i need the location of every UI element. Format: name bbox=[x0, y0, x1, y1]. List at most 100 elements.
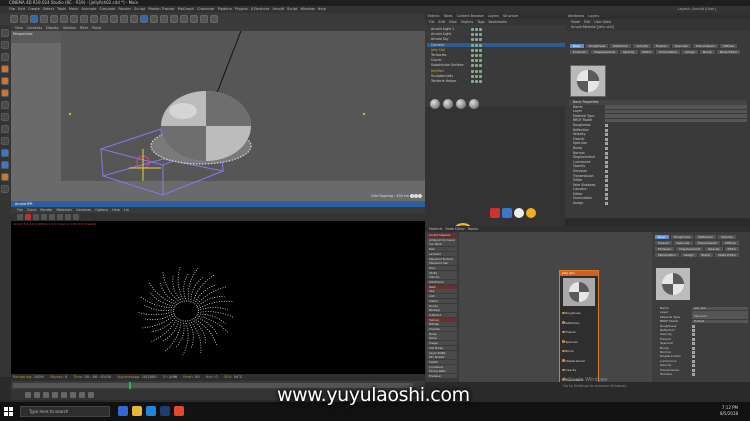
taskbar-clock[interactable]: 7:12 PM 8/5/2018 bbox=[720, 405, 738, 417]
render-tag-icon[interactable] bbox=[475, 48, 478, 52]
property-checkbox[interactable] bbox=[605, 142, 608, 146]
file-explorer-icon[interactable] bbox=[132, 406, 142, 416]
visibility-tag-icon[interactable] bbox=[471, 43, 474, 47]
node-list-item[interactable]: Divide bbox=[427, 303, 457, 308]
property-field[interactable] bbox=[605, 105, 747, 109]
material-swatch-1[interactable] bbox=[430, 99, 440, 109]
node-list-item[interactable]: Facing Ratio bbox=[427, 369, 457, 374]
visibility-tag-icon[interactable] bbox=[471, 64, 474, 68]
node-checkbox[interactable] bbox=[692, 373, 695, 377]
node-list-item[interactable]: Subtract bbox=[427, 312, 457, 317]
node-chip-velocity[interactable]: Velocity bbox=[718, 235, 737, 239]
channel-chip-opacity[interactable]: Opacity bbox=[619, 50, 638, 54]
material-tag-icon[interactable] bbox=[479, 33, 482, 37]
node-checkbox[interactable] bbox=[692, 364, 695, 368]
material-tag-icon[interactable] bbox=[479, 54, 482, 57]
cloner-icon[interactable] bbox=[170, 15, 178, 23]
next-key-icon[interactable] bbox=[70, 392, 76, 398]
channel-chip-transmission[interactable]: Transmission bbox=[692, 44, 719, 48]
stop-icon[interactable] bbox=[25, 214, 31, 220]
pen-icon[interactable] bbox=[150, 15, 158, 23]
z-axis-icon[interactable] bbox=[90, 15, 98, 23]
pause-icon[interactable] bbox=[33, 214, 39, 220]
object-row[interactable]: Camera bbox=[427, 42, 565, 48]
channel-chip-reflection[interactable]: Reflection bbox=[610, 44, 632, 48]
object-row[interactable]: Jelly Cell bbox=[427, 48, 565, 53]
property-checkbox[interactable] bbox=[605, 156, 608, 160]
node-chip-roughness[interactable]: Roughness bbox=[670, 235, 694, 239]
node-checkbox[interactable] bbox=[692, 333, 695, 337]
node-checkbox[interactable] bbox=[692, 359, 695, 363]
render-tag-icon[interactable] bbox=[475, 43, 478, 47]
material-tag-icon[interactable] bbox=[479, 38, 482, 42]
camera-icon[interactable] bbox=[200, 15, 208, 23]
menu-select[interactable]: Select bbox=[43, 6, 54, 13]
node-list-item[interactable]: Cell Noise bbox=[427, 345, 457, 350]
menu-create[interactable]: Create bbox=[28, 6, 40, 13]
property-checkbox[interactable] bbox=[605, 169, 608, 173]
next-frame-icon[interactable] bbox=[61, 392, 67, 398]
node-list-item[interactable]: Math bbox=[427, 284, 457, 289]
property-field[interactable] bbox=[605, 118, 747, 123]
node-chip-fresnel[interactable]: Fresnel bbox=[655, 241, 672, 245]
render-settings-icon[interactable] bbox=[130, 15, 138, 23]
edge-browser-icon[interactable] bbox=[146, 406, 156, 416]
node-checkbox[interactable] bbox=[692, 355, 695, 359]
node-chip-basic[interactable]: Basic bbox=[655, 235, 669, 239]
chrome-icon[interactable] bbox=[174, 406, 184, 416]
node-property-field[interactable]: Default bbox=[692, 319, 748, 324]
render-tag-icon[interactable] bbox=[475, 69, 478, 73]
windows-start-icon[interactable] bbox=[4, 407, 13, 416]
menu-render[interactable]: Render bbox=[118, 6, 131, 13]
node-chip-opacity[interactable]: Opacity bbox=[704, 247, 723, 251]
taskbar-search-input[interactable]: Type here to search bbox=[20, 406, 110, 417]
move-icon[interactable] bbox=[40, 15, 48, 23]
render-tag-icon[interactable] bbox=[475, 28, 478, 31]
channel-chip-roughness[interactable]: Roughness bbox=[585, 44, 609, 48]
node-chip-diffuse[interactable]: Diffuse bbox=[722, 241, 739, 245]
node-list-item[interactable]: Checker bbox=[427, 327, 457, 331]
property-checkbox[interactable] bbox=[605, 137, 608, 141]
menu-mesh[interactable]: Mesh bbox=[69, 6, 78, 13]
redo-icon[interactable] bbox=[20, 15, 28, 23]
menu-plugins[interactable]: Plugins bbox=[235, 6, 248, 13]
node-chip-emission[interactable]: Emission bbox=[655, 247, 675, 251]
node-chip-specular[interactable]: Specular bbox=[673, 241, 693, 245]
material-swatch-3[interactable] bbox=[456, 99, 466, 109]
model-mode-icon[interactable] bbox=[1, 41, 9, 49]
solo-icon[interactable] bbox=[1, 173, 9, 181]
material-tag-icon[interactable] bbox=[479, 74, 482, 78]
channel-chip-displacement[interactable]: Displacement bbox=[591, 50, 618, 54]
material-swatch-4[interactable] bbox=[469, 99, 479, 109]
live-selection-icon[interactable] bbox=[30, 15, 38, 23]
visibility-tag-icon[interactable] bbox=[471, 80, 474, 83]
material-tag-icon[interactable] bbox=[479, 48, 482, 52]
port-socket-icon[interactable] bbox=[562, 349, 565, 353]
visibility-tag-icon[interactable] bbox=[471, 48, 474, 52]
menu-pipeline[interactable]: Pipeline bbox=[218, 6, 232, 13]
channel-chip-fresnel[interactable]: Fresnel bbox=[653, 44, 670, 48]
property-checkbox[interactable] bbox=[605, 123, 608, 127]
node-list-item[interactable]: Switch bbox=[427, 359, 457, 364]
om-menu-tags[interactable]: Tags bbox=[477, 19, 484, 25]
node-list-item[interactable]: Mix Shader bbox=[427, 355, 457, 360]
node-checkbox[interactable] bbox=[692, 346, 695, 350]
tweak-icon[interactable] bbox=[1, 125, 9, 133]
node-port[interactable]: Specular bbox=[562, 340, 578, 344]
node-editor[interactable]: Arnold Shaders Ambient Occlusion Car Paint… bbox=[425, 232, 750, 382]
floor-icon[interactable] bbox=[190, 15, 198, 23]
polygons-mode-icon[interactable] bbox=[1, 89, 9, 97]
menu-simulate[interactable]: Simulate bbox=[99, 6, 115, 13]
node-list-item[interactable]: Standard Hair bbox=[427, 261, 457, 266]
object-row[interactable]: Arnold Light 1 bbox=[427, 27, 565, 32]
material-tag-icon[interactable] bbox=[479, 64, 482, 68]
menu-arnold[interactable]: Arnold bbox=[272, 6, 284, 13]
node-chip-assign[interactable]: Assign bbox=[680, 253, 697, 257]
y-axis-icon[interactable] bbox=[80, 15, 88, 23]
x-axis-icon[interactable] bbox=[70, 15, 78, 23]
visibility-tag-icon[interactable] bbox=[471, 74, 474, 78]
material-tag-icon[interactable] bbox=[479, 28, 482, 31]
node-list-item[interactable]: Clamp bbox=[427, 298, 457, 303]
port-socket-icon[interactable] bbox=[562, 359, 565, 362]
menu-file[interactable]: File bbox=[9, 6, 15, 13]
